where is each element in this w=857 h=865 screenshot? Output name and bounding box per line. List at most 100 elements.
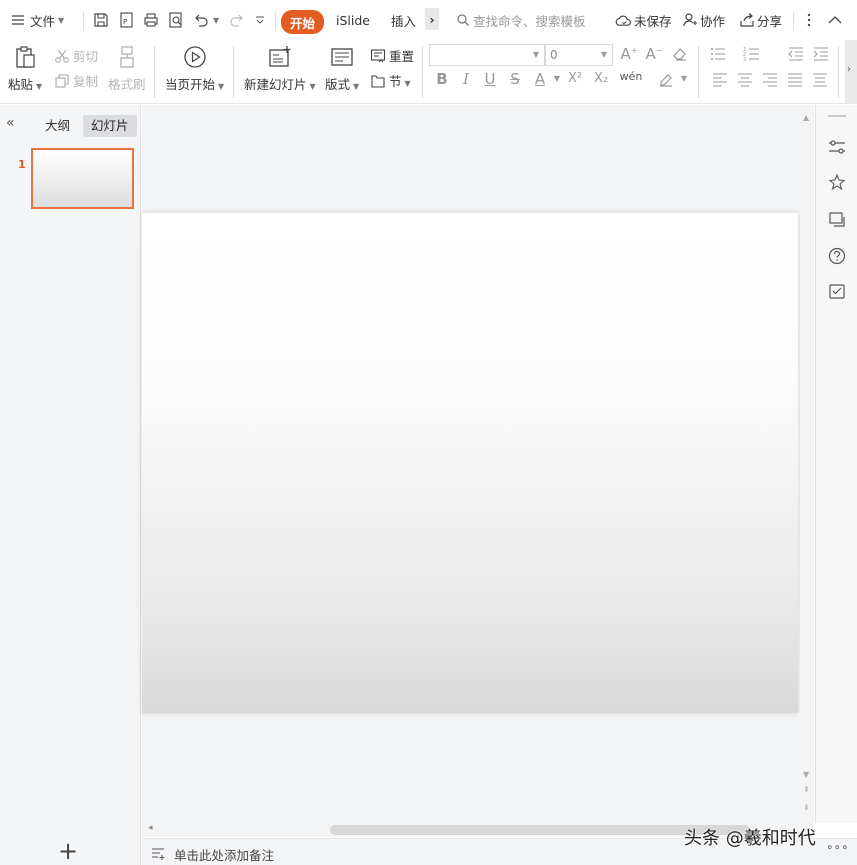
hamburger-icon [10,12,26,28]
font-family-select[interactable]: ▼ [429,44,545,66]
ribbon-scroll-right-button[interactable]: › [845,40,857,103]
font-size-value: 0 [550,48,558,62]
italic-button[interactable]: I [456,70,476,88]
share-label: 分享 [757,13,783,29]
tab-slides[interactable]: 幻灯片 [83,115,137,137]
tab-home-label: 开始 [290,15,316,31]
customize-toolbar-button[interactable] [253,8,267,32]
new-slide-button[interactable]: 新建幻灯片 ▼ [244,44,316,93]
align-center-icon[interactable] [735,71,755,93]
numbered-list-icon[interactable]: 123 [742,45,762,67]
layout-button[interactable]: 版式 ▼ [325,44,359,93]
justify-icon[interactable] [785,71,805,93]
document-check-icon[interactable] [827,282,847,302]
reset-label: 重置 [389,49,415,64]
user-icon [682,12,698,28]
copy-icon [54,73,70,89]
collapse-panel-icon[interactable]: « [6,115,15,131]
slide-thumbnail[interactable] [31,148,134,209]
grip-handle[interactable] [828,115,846,117]
play-from-current-label: 当页开始 [165,77,216,92]
clipboard-icon [12,44,38,70]
slide-editor [142,105,800,823]
clear-format-icon[interactable] [670,44,690,66]
strikethrough-button[interactable]: S [505,70,525,88]
new-slide-icon [267,44,293,70]
undo-button[interactable]: ▼ [192,8,219,32]
magic-wand-icon[interactable] [827,173,847,193]
slide-canvas[interactable] [142,213,798,713]
tab-home[interactable]: 开始 [281,10,325,34]
increase-indent-icon[interactable] [811,45,831,67]
scroll-down-icon[interactable]: ▼ [803,770,809,779]
print-button[interactable] [142,8,160,32]
divider [275,12,276,30]
share-button[interactable]: 分享 [739,8,782,32]
next-slide-icon[interactable]: ⇟ [803,803,810,812]
format-painter-button[interactable]: 格式刷 [108,44,146,93]
collaborate-label: 协作 [700,13,726,29]
bullet-list-icon[interactable] [708,45,728,67]
help-icon[interactable] [827,246,847,266]
scroll-up-icon[interactable]: ▲ [803,113,809,122]
chevron-down-icon[interactable]: ▼ [674,74,694,83]
svg-text:P: P [123,18,127,26]
search-placeholder: 查找命令、搜索模板 [473,13,586,29]
divider [698,46,699,98]
tab-insert[interactable]: 插入 [391,8,416,32]
add-slide-button[interactable]: + [58,837,78,865]
chevron-up-icon [827,12,843,28]
slide-number: 1 [18,158,26,171]
more-options-button[interactable] [803,8,815,32]
svg-text:3: 3 [743,57,746,63]
search-box[interactable]: 查找命令、搜索模板 [456,8,586,32]
export-pdf-button[interactable]: P [117,8,135,32]
tab-outline[interactable]: 大纲 [37,115,78,137]
settings-sliders-icon[interactable] [827,137,847,157]
chevron-right-icon: › [847,64,851,75]
paste-button[interactable]: 粘贴 ▼ [8,44,42,93]
chevron-right-icon: › [429,11,435,27]
tab-islide-label: iSlide [336,12,370,28]
copy-button[interactable]: 复制 [54,71,98,90]
unsaved-status-button[interactable]: 未保存 [615,8,672,32]
highlight-icon[interactable] [656,70,676,92]
redo-button[interactable] [228,8,246,32]
increase-font-icon[interactable]: A+ [619,45,639,63]
play-from-current-button[interactable]: 当页开始 ▼ [165,44,224,93]
section-button[interactable]: 节 ▼ [370,71,411,90]
align-right-icon[interactable] [760,71,780,93]
section-label: 节 [389,74,402,89]
new-slide-label: 新建幻灯片 [244,77,307,92]
file-menu-button[interactable]: 文件 ▼ [10,8,64,32]
decrease-font-icon[interactable]: A− [644,45,664,63]
print-preview-button[interactable] [167,8,185,32]
collaborate-button[interactable]: 协作 [682,8,725,32]
vertical-scrollbar[interactable]: ▲ ▼ ⇞ ⇟ [800,105,814,823]
more-tabs-button[interactable]: › [425,8,439,30]
cut-button[interactable]: 剪切 [54,46,98,65]
decrease-indent-icon[interactable] [786,45,806,67]
file-menu-label: 文件 [30,13,56,29]
divider [422,46,423,98]
previous-slide-icon[interactable]: ⇞ [803,785,810,794]
search-icon [456,13,470,27]
save-button[interactable] [92,8,110,32]
preview-icon [167,11,185,29]
phonetic-guide-button[interactable]: wén [618,70,644,83]
distribute-icon[interactable] [810,71,830,93]
align-left-icon[interactable] [710,71,730,93]
tab-islide[interactable]: iSlide [336,8,370,32]
collapse-ribbon-button[interactable] [827,8,843,32]
reset-button[interactable]: 重置 [370,46,414,65]
font-size-select[interactable]: 0 ▼ [545,44,613,66]
superscript-button[interactable]: X² [563,71,587,86]
transition-icon[interactable] [827,210,847,230]
chevron-down-icon: ▼ [404,79,411,88]
underline-button[interactable]: U [480,70,500,88]
bold-button[interactable]: B [432,70,452,88]
subscript-button[interactable]: X₂ [589,71,613,86]
scroll-left-icon[interactable]: ◂ [148,823,153,833]
more-horizontal-icon[interactable]: ∘∘∘ [826,840,849,854]
redo-icon [228,11,246,29]
